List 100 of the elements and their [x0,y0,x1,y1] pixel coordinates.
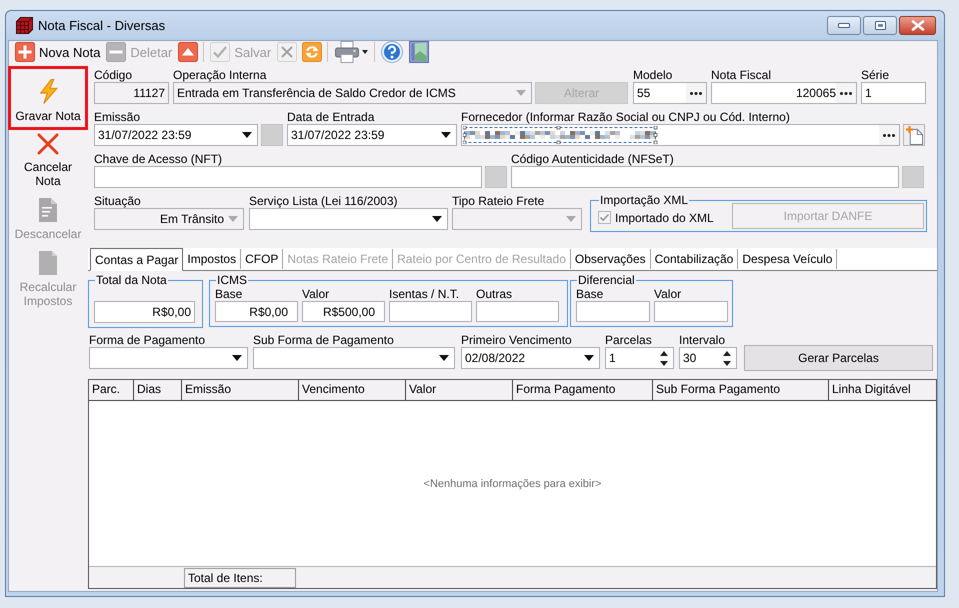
lookup-field[interactable]: 120065 [711,82,857,104]
field-label: Outras [476,288,514,301]
tab[interactable]: Observações [570,249,651,269]
ellipsis-icon [690,92,702,94]
column-header[interactable]: Valor [406,380,513,400]
minimize-button[interactable] [827,16,861,35]
date-field[interactable]: 31/07/2022 23:59 [287,124,457,146]
column-header[interactable]: Linha Digitável [829,380,936,400]
lookup-field[interactable]: 55 [633,82,707,104]
column-header[interactable]: Sub Forma Pagamento [653,380,829,400]
item-count-cell: Total de Itens: [184,568,296,588]
document-icon [39,198,57,222]
text-field[interactable]: 1 [861,82,926,104]
dropdown-arrow-icon [232,355,242,361]
checkbox-label: Importado do XML [615,210,714,224]
print-button[interactable] [334,42,368,62]
text-field[interactable]: 11127 [94,82,169,104]
column-header[interactable]: Forma Pagamento [513,380,653,400]
text-field[interactable]: R$0,00 [215,301,298,322]
text-field[interactable] [94,166,482,188]
close-button[interactable] [899,16,936,35]
ellipsis-icon [883,134,895,136]
dropdown-field[interactable] [249,208,448,230]
checkmark-icon [210,42,230,62]
dropdown-arrow-icon [441,132,451,138]
group-title: Importação XML [599,194,690,206]
caret-icon [362,50,368,54]
save-note-button[interactable]: Gravar Nota [8,66,88,130]
column-header[interactable]: Dias [134,380,182,400]
number-field[interactable]: 1 [605,347,674,369]
lightning-icon [38,79,58,104]
browse-button[interactable] [836,83,856,103]
dropdown-arrow-icon [439,355,449,361]
door-icon[interactable] [408,41,430,63]
text-field[interactable] [654,301,728,322]
cancel-note-button[interactable]: Cancelar Nota [8,130,88,195]
minus-icon [106,42,126,62]
text-field[interactable] [576,301,650,322]
field-label: Fornecedor (Informar Razão Social ou CNPJ ou Cód. Interno) [461,110,791,124]
tab[interactable]: Despesa Veículo [738,249,838,269]
dropdown-arrow-icon [432,216,442,222]
dropdown-arrow-icon [242,132,252,138]
field-label: Emissão [94,110,142,124]
empty-message: <Nenhuma informações para exibir> [424,478,602,490]
field-label: Sub Forma de Pagamento [253,333,395,347]
column-header[interactable]: Emissão [182,380,299,400]
dropdown-field[interactable] [89,347,248,369]
minimize-icon [838,23,850,28]
text-field[interactable] [511,166,899,188]
maximize-icon [874,21,886,30]
plus-icon [15,42,35,62]
field-label: Situação [94,194,142,208]
field-label: Chave de Acesso (NFT) [94,152,224,166]
date-field[interactable]: 31/07/2022 23:59 [94,124,258,146]
spinner-arrows-icon[interactable] [660,350,668,366]
printer-icon [334,41,360,63]
browse-button[interactable] [686,83,706,103]
search-field[interactable] [461,124,900,146]
text-field[interactable]: R$0,00 [94,301,195,323]
dropdown-arrow-icon [228,216,238,222]
text-field[interactable] [389,301,472,322]
field-label: Parcelas [605,333,653,347]
page-icon [39,251,57,275]
refresh-icon[interactable] [302,42,322,62]
add-supplier-button[interactable] [903,124,925,146]
field-label: Forma de Pagamento [89,333,206,347]
date-field[interactable]: 02/08/2022 [461,347,600,369]
column-header[interactable]: Parc. [89,380,134,400]
field-label: Série [861,68,890,82]
field-label: Base [215,288,244,301]
field-label: Código [94,68,134,82]
tab[interactable]: CFOP [241,249,284,269]
text-field[interactable] [476,301,559,322]
spinner-arrows-icon[interactable] [723,350,731,366]
grid-cube-icon [16,17,33,34]
maximize-button[interactable] [863,16,897,35]
field-label: Serviço Lista (Lei 116/2003) [249,194,399,208]
group-title: Total da Nota [95,274,168,286]
tab[interactable]: Contabilização [650,249,738,269]
field-label: Nota Fiscal [711,68,772,82]
dropdown-field[interactable] [253,347,455,369]
new-button[interactable]: Nova Nota [15,42,100,62]
dropdown-arrow-icon [584,355,594,361]
help-icon[interactable] [381,41,404,63]
field-label: Isentas / N.T. [389,288,460,301]
column-header[interactable]: Vencimento [299,380,406,400]
group-title: ICMS [216,274,248,286]
field-label: Modelo [633,68,674,82]
field-label: Intervalo [679,333,726,347]
number-field[interactable]: 30 [679,347,737,369]
browse-button[interactable] [879,125,899,145]
text-field[interactable]: R$500,00 [302,301,385,322]
tab[interactable]: Impostos [183,249,242,269]
field-label: Tipo Rateio Frete [452,194,546,208]
field-label: Valor [654,288,682,301]
generate-button[interactable]: Gerar Parcelas [744,345,933,371]
group-title: Diferencial [577,274,636,286]
tab[interactable]: Contas a Pagar [90,248,184,271]
field-label: Operação Interna [173,68,268,82]
window-title: Nota Fiscal - Diversas [38,18,166,33]
